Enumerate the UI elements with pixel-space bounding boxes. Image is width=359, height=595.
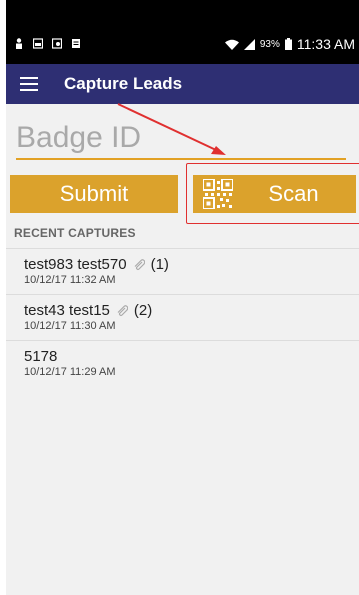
notification-icons bbox=[14, 38, 81, 49]
capture-timestamp: 10/12/17 11:29 AM bbox=[24, 366, 116, 378]
recent-captures-list: test983 test570 (1) 10/12/17 11:32 AM te… bbox=[6, 248, 359, 386]
list-item[interactable]: 5178 10/12/17 11:29 AM bbox=[6, 340, 359, 386]
submit-button[interactable]: Submit bbox=[10, 175, 178, 213]
badge-id-input[interactable] bbox=[16, 118, 346, 160]
clock: 11:33 AM bbox=[296, 36, 355, 52]
signal-icon bbox=[243, 38, 255, 50]
document-icon bbox=[72, 39, 80, 48]
photo-icon bbox=[52, 38, 62, 49]
capture-timestamp: 10/12/17 11:32 AM bbox=[24, 274, 116, 286]
system-status: 93% 11:33 AM bbox=[224, 36, 355, 52]
battery-percent: 93% bbox=[259, 38, 280, 50]
attachment-count: (2) bbox=[133, 302, 153, 319]
paperclip-icon bbox=[134, 258, 145, 270]
submit-button-label: Submit bbox=[59, 181, 129, 206]
app-bar: Capture Leads bbox=[6, 64, 359, 104]
capture-timestamp: 10/12/17 11:30 AM bbox=[24, 320, 116, 332]
capture-name: test983 test570 bbox=[24, 256, 127, 273]
capture-name: test43 test15 bbox=[24, 302, 110, 319]
phone-screen: 93% 11:33 AM Capture Leads Submit bbox=[6, 0, 359, 595]
paperclip-icon bbox=[117, 304, 128, 316]
person-icon bbox=[16, 38, 22, 49]
wifi-icon bbox=[224, 39, 239, 50]
list-item[interactable]: test983 test570 (1) 10/12/17 11:32 AM bbox=[6, 248, 359, 294]
status-bar: 93% 11:33 AM bbox=[6, 0, 359, 64]
page-title: Capture Leads bbox=[64, 74, 183, 93]
image-icon bbox=[33, 38, 43, 49]
list-item[interactable]: test43 test15 (2) 10/12/17 11:30 AM bbox=[6, 294, 359, 340]
capture-name: 5178 bbox=[24, 348, 58, 365]
attachment-count: (1) bbox=[150, 256, 169, 273]
battery-icon bbox=[284, 38, 292, 50]
section-header: RECENT CAPTURES bbox=[14, 226, 136, 240]
annotation-highlight-box bbox=[186, 163, 359, 224]
menu-icon[interactable] bbox=[20, 77, 38, 91]
